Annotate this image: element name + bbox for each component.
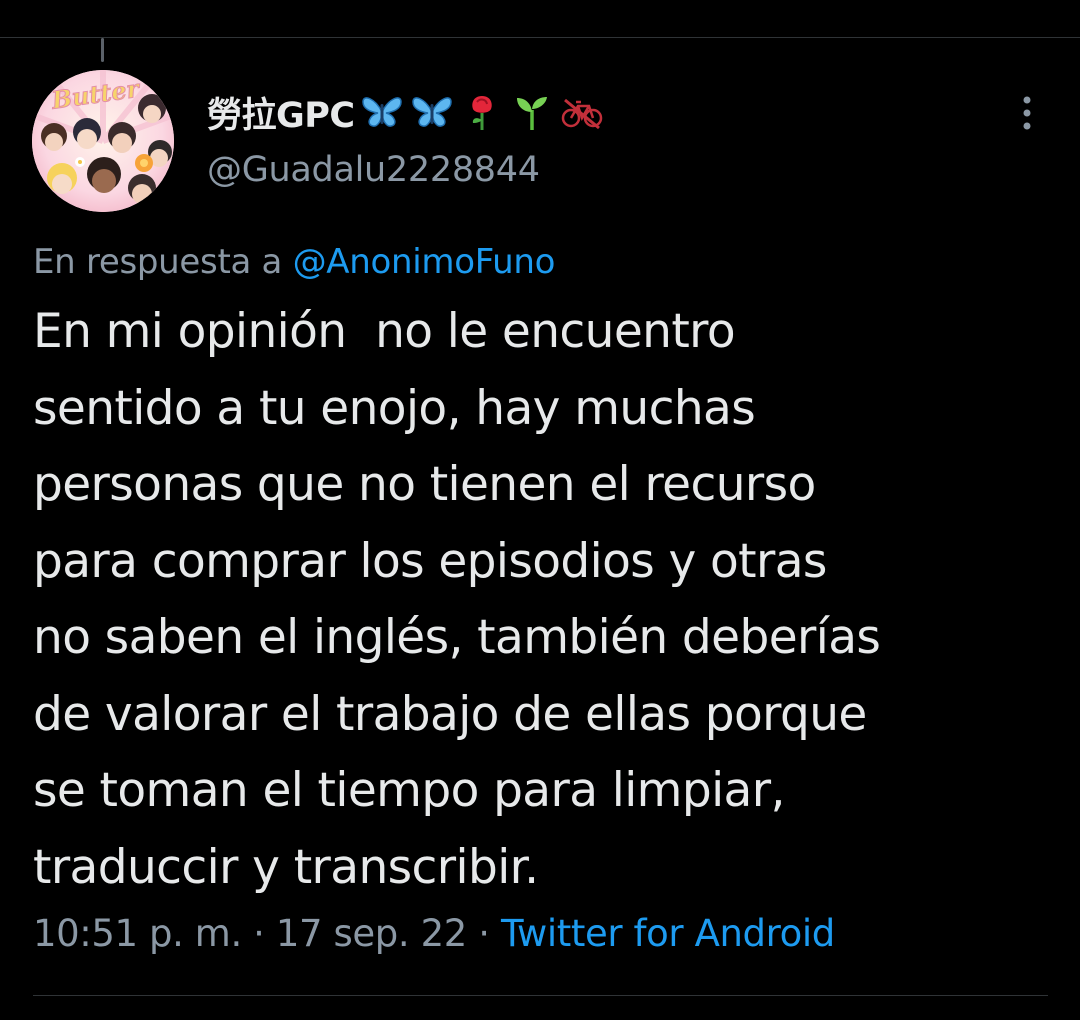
- display-name-text[interactable]: 勞拉GPC: [207, 87, 355, 138]
- tweet-text-line: de valorar el trabajo de ellas porque: [33, 686, 867, 742]
- reply-mention-link[interactable]: @AnonimoFuno: [293, 242, 556, 282]
- no-bicycles-icon: [559, 92, 605, 132]
- meta-separator: ·: [466, 912, 501, 955]
- tweet-text-line: traduccir y transcribir.: [33, 839, 539, 895]
- reply-context: En respuesta a @AnonimoFuno: [33, 242, 555, 282]
- thread-connector-line: [101, 38, 104, 62]
- reply-prefix: En respuesta a: [33, 242, 293, 282]
- tweet-source-link[interactable]: Twitter for Android: [501, 912, 835, 955]
- butterfly-icon: [359, 92, 405, 132]
- bottom-divider: [33, 995, 1048, 996]
- rose-icon: [459, 92, 505, 132]
- tweet-date[interactable]: 17 sep. 22: [276, 912, 467, 955]
- tweet-body: En mi opinión no le encuentro sentido a …: [33, 294, 1043, 906]
- butterfly-icon: [409, 92, 455, 132]
- author-handle[interactable]: @Guadalu2228844: [207, 150, 540, 190]
- tweet-text-line: sentido a tu enojo, hay muchas: [33, 380, 756, 436]
- tweet-text-line: para comprar los episodios y otras: [33, 533, 827, 589]
- avatar[interactable]: Butter: [32, 70, 174, 212]
- tweet-metadata: 10:51 p. m. · 17 sep. 22 · Twitter for A…: [33, 912, 835, 955]
- tweet-text-line: no saben el inglés, también deberías: [33, 610, 881, 665]
- more-options-icon[interactable]: [1010, 92, 1044, 134]
- tweet-text-line: En mi opinión no le encuentro: [33, 304, 736, 359]
- tweet-time[interactable]: 10:51 p. m.: [33, 912, 242, 955]
- tweet-text-line: personas que no tienen el recurso: [33, 457, 816, 512]
- author-display-name[interactable]: 勞拉GPC: [207, 88, 605, 136]
- meta-separator: ·: [241, 912, 276, 955]
- tweet-text-line: se toman el tiempo para limpiar,: [33, 763, 785, 818]
- top-divider: [0, 37, 1080, 38]
- seedling-icon: [509, 92, 555, 132]
